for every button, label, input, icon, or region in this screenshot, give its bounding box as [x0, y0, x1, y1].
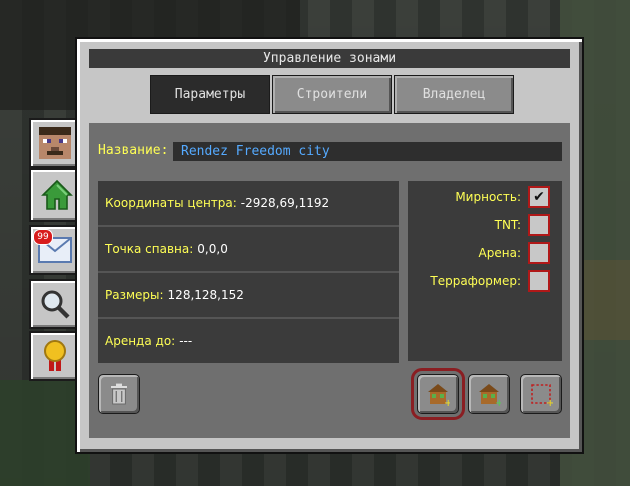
- flag-peaceful-checkbox[interactable]: ✔: [528, 186, 550, 208]
- flag-arena-label: Арена:: [478, 246, 521, 260]
- zone-name-label: Название:: [98, 143, 169, 158]
- spawn-value: 0,0,0: [197, 242, 228, 256]
- info-row-spawn: Точка спавна: 0,0,0: [98, 227, 399, 271]
- tab-owner[interactable]: Владелец: [394, 75, 514, 114]
- add-subzone-button[interactable]: +: [411, 368, 465, 420]
- flag-peaceful-label: Мирность:: [455, 190, 521, 204]
- player-head-icon: [39, 127, 71, 159]
- spawn-label: Точка спавна:: [105, 242, 194, 256]
- medal-icon: [44, 340, 66, 371]
- info-row-size: Размеры: 128,128,152: [98, 273, 399, 317]
- trash-icon: [111, 383, 127, 405]
- info-row-center: Координаты центра: -2928,69,1192: [98, 181, 399, 225]
- window-title: Управление зонами: [89, 49, 570, 68]
- tab-builders[interactable]: Строители: [272, 75, 392, 114]
- house-plus-icon: +: [428, 384, 450, 406]
- zone-name-input[interactable]: Rendez Freedom city: [173, 142, 562, 161]
- size-label: Размеры:: [105, 288, 164, 302]
- zone-info-list: Координаты центра: -2928,69,1192 Точка с…: [98, 181, 399, 363]
- tab-mail[interactable]: 99: [29, 225, 81, 275]
- flag-arena: Арена:: [478, 242, 550, 264]
- flag-tnt: TNT:: [494, 214, 550, 236]
- info-row-rent: Аренда до: ---: [98, 319, 399, 363]
- flag-tnt-checkbox[interactable]: [528, 214, 550, 236]
- tab-parameters[interactable]: Параметры: [150, 75, 270, 114]
- rent-label: Аренда до:: [105, 334, 176, 348]
- home-icon: [41, 179, 73, 210]
- zone-management-window: Управление зонами Параметры Строители Вл…: [75, 37, 584, 454]
- center-value: -2928,69,1192: [240, 196, 330, 210]
- flag-peaceful: Мирность: ✔: [455, 186, 550, 208]
- house-icon: +: [479, 384, 501, 406]
- flag-terraformer-label: Терраформер:: [430, 274, 521, 288]
- flag-tnt-label: TNT:: [494, 218, 521, 232]
- svg-text:+: +: [495, 398, 501, 406]
- rent-value: ---: [179, 334, 193, 348]
- checkmark-icon: ✔: [533, 189, 545, 205]
- tab-search[interactable]: [29, 279, 81, 329]
- flag-arena-checkbox[interactable]: [528, 242, 550, 264]
- magnifier-icon: [41, 290, 70, 319]
- flag-terraformer: Терраформер:: [430, 270, 550, 292]
- tab-player[interactable]: [29, 118, 81, 168]
- mail-badge: 99: [33, 229, 53, 245]
- selection-icon: +: [531, 384, 553, 406]
- flag-terraformer-checkbox[interactable]: [528, 270, 550, 292]
- tab-bar: Параметры Строители Владелец: [150, 75, 516, 114]
- zone-house-button[interactable]: +: [468, 374, 510, 414]
- center-label: Координаты центра:: [105, 196, 237, 210]
- svg-text:+: +: [546, 398, 553, 406]
- size-value: 128,128,152: [167, 288, 244, 302]
- zone-flags: Мирность: ✔ TNT: Арена: Терраформер:: [408, 181, 562, 361]
- delete-zone-button[interactable]: [98, 374, 140, 414]
- select-area-button[interactable]: +: [520, 374, 562, 414]
- svg-text:+: +: [444, 398, 450, 406]
- tab-awards[interactable]: [29, 331, 81, 381]
